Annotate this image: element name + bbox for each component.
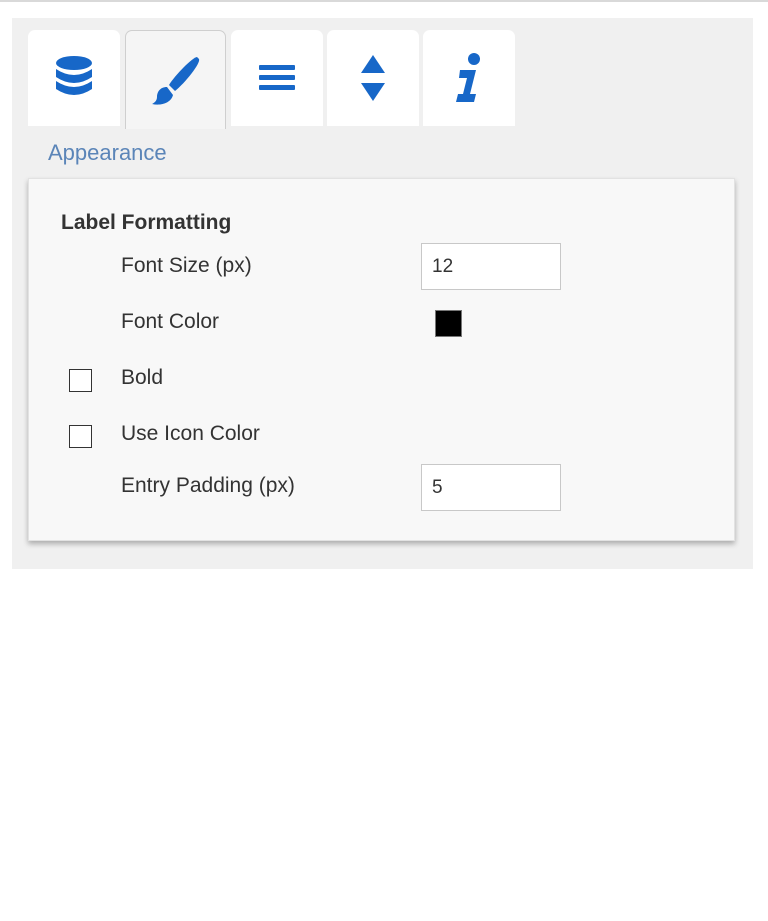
bold-checkbox[interactable] xyxy=(69,369,92,392)
tab-info[interactable] xyxy=(423,30,515,126)
paintbrush-icon xyxy=(151,57,199,105)
use-icon-color-label: Use Icon Color xyxy=(121,422,260,445)
section-title: Appearance xyxy=(48,140,167,165)
info-icon xyxy=(456,53,480,102)
tab-layout[interactable] xyxy=(231,30,323,126)
settings-panel: Appearance Label Formatting Font Size (p… xyxy=(12,18,753,569)
font-color-swatch[interactable] xyxy=(435,310,462,337)
tab-sort[interactable] xyxy=(327,30,419,126)
entry-padding-input[interactable]: 5 xyxy=(421,464,561,511)
bars-icon xyxy=(259,65,295,90)
database-icon xyxy=(56,56,92,95)
font-color-label: Font Color xyxy=(121,310,220,333)
group-title: Label Formatting xyxy=(61,211,232,234)
entry-padding-label: Entry Padding (px) xyxy=(121,474,295,497)
use-icon-color-checkbox[interactable] xyxy=(69,425,92,448)
font-size-label: Font Size (px) xyxy=(121,254,252,277)
bold-label: Bold xyxy=(121,366,164,389)
tab-data[interactable] xyxy=(28,30,120,126)
sort-arrows-icon xyxy=(361,55,385,101)
label-formatting-card: Label Formatting Font Size (px) 12 Font … xyxy=(28,178,735,541)
tab-appearance[interactable] xyxy=(125,30,226,129)
font-size-input[interactable]: 12 xyxy=(421,243,561,290)
top-divider xyxy=(0,0,768,2)
